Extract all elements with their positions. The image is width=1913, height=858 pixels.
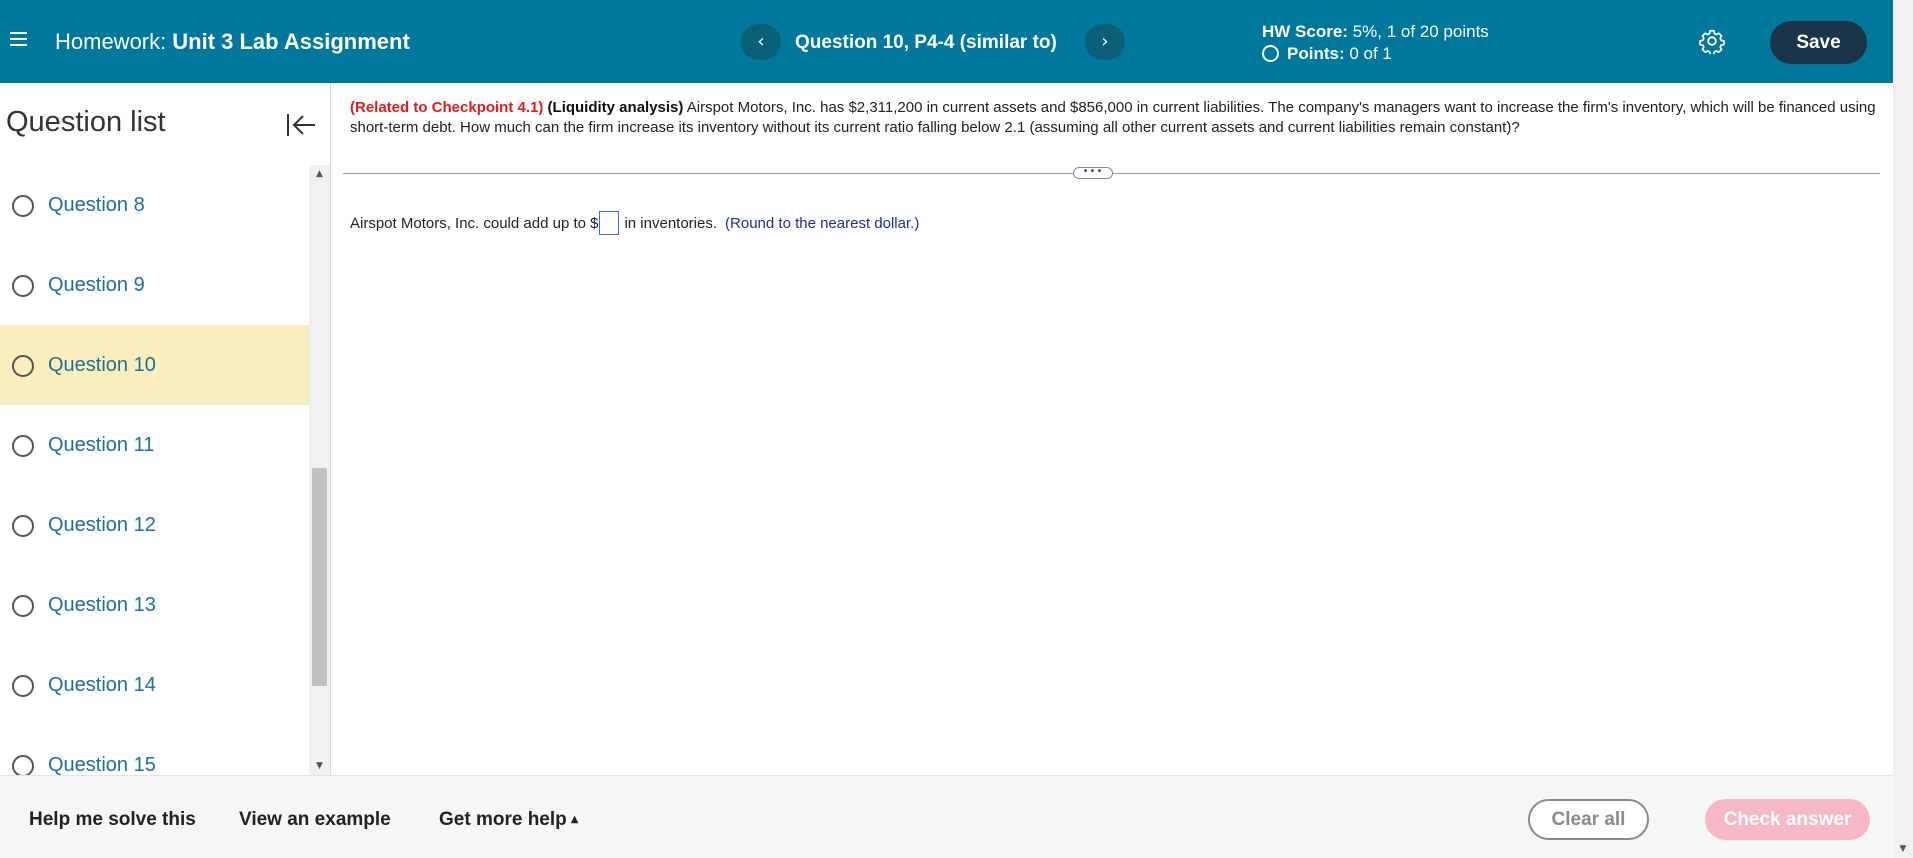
top-header: Homework: Unit 3 Lab Assignment ‹ Questio… (0, 0, 1893, 83)
question-item-10[interactable]: Question 10 (0, 325, 309, 405)
hamburger-menu-icon[interactable] (10, 28, 30, 56)
unanswered-circle-icon (12, 275, 34, 297)
caret-up-icon: ▲ (570, 814, 579, 825)
page-scrollbar[interactable]: ▼ (1893, 0, 1913, 858)
hw-score-value: 5%, 1 of 20 points (1352, 22, 1489, 41)
view-example-button[interactable]: View an example (239, 809, 391, 831)
question-list-sidebar: Question list Question 8 Question 9 Ques… (0, 83, 331, 775)
unanswered-circle-icon (12, 435, 34, 457)
question-item-label: Question 12 (48, 514, 156, 536)
question-item-12[interactable]: Question 12 (0, 485, 309, 565)
unanswered-circle-icon (12, 755, 34, 775)
question-item-label: Question 14 (48, 674, 156, 696)
get-more-help-label: Get more help (439, 809, 567, 830)
homework-title-name: Unit 3 Lab Assignment (172, 29, 410, 54)
question-text: (Related to Checkpoint 4.1) (Liquidity a… (350, 98, 1880, 138)
question-list-title: Question list (6, 106, 166, 138)
question-item-label: Question 10 (48, 354, 156, 376)
footer-bar: Help me solve this View an example Get m… (0, 775, 1893, 858)
points-status-icon (1262, 45, 1279, 62)
answer-input[interactable] (599, 211, 620, 235)
rounding-hint: (Round to the nearest dollar.) (725, 215, 920, 232)
unanswered-circle-icon (12, 675, 34, 697)
score-panel: HW Score: 5%, 1 of 20 points Points: 0 o… (1262, 21, 1489, 65)
hw-score-label: HW Score: (1262, 22, 1348, 41)
check-answer-button[interactable]: Check answer (1705, 799, 1870, 840)
points-label: Points: (1287, 44, 1345, 63)
points-value: 0 of 1 (1349, 44, 1392, 63)
question-panel: (Related to Checkpoint 4.1) (Liquidity a… (333, 83, 1893, 775)
question-item-8[interactable]: Question 8 (0, 165, 309, 245)
question-item-label: Question 15 (48, 754, 156, 775)
scroll-up-arrow-icon[interactable]: ▲ (309, 165, 330, 183)
question-item-label: Question 9 (48, 274, 145, 296)
unanswered-circle-icon (12, 195, 34, 217)
question-topic: (Liquidity analysis) (547, 99, 684, 116)
question-item-label: Question 11 (48, 434, 155, 456)
unanswered-circle-icon (12, 515, 34, 537)
question-item-15[interactable]: Question 15 (0, 725, 309, 775)
previous-question-button[interactable]: ‹ (741, 24, 781, 60)
checkpoint-reference: (Related to Checkpoint 4.1) (350, 99, 544, 116)
answer-suffix: in inventories. (624, 215, 718, 232)
unanswered-circle-icon (12, 355, 34, 377)
help-me-solve-button[interactable]: Help me solve this (29, 809, 196, 831)
gear-icon[interactable] (1699, 28, 1725, 54)
question-item-label: Question 13 (48, 594, 156, 616)
question-list-scrollbar[interactable]: ▲ ▼ (309, 165, 330, 775)
get-more-help-button[interactable]: Get more help ▲ (439, 809, 578, 831)
homework-title-prefix: Homework: (55, 29, 167, 54)
scroll-thumb[interactable] (312, 468, 327, 686)
question-item-13[interactable]: Question 13 (0, 565, 309, 645)
homework-title: Homework: Unit 3 Lab Assignment (55, 29, 410, 55)
answer-line: Airspot Motors, Inc. could add up to $ in… (350, 211, 919, 235)
page-scroll-down-arrow-icon[interactable]: ▼ (1893, 840, 1913, 858)
question-item-11[interactable]: Question 11 (0, 405, 309, 485)
clear-all-button[interactable]: Clear all (1528, 799, 1649, 840)
question-item-9[interactable]: Question 9 (0, 245, 309, 325)
next-question-button[interactable]: › (1085, 24, 1125, 60)
save-button[interactable]: Save (1770, 21, 1867, 64)
question-item-14[interactable]: Question 14 (0, 645, 309, 725)
unanswered-circle-icon (12, 595, 34, 617)
scroll-down-arrow-icon[interactable]: ▼ (309, 757, 330, 775)
question-list: Question 8 Question 9 Question 10 Questi… (0, 165, 309, 775)
divider-handle-icon[interactable]: ••• (1073, 167, 1113, 179)
question-title: Question 10, P4-4 (similar to) (795, 32, 1057, 53)
question-item-label: Question 8 (48, 194, 145, 216)
collapse-left-icon[interactable] (284, 109, 318, 141)
answer-prefix: Airspot Motors, Inc. could add up to $ (350, 215, 599, 232)
